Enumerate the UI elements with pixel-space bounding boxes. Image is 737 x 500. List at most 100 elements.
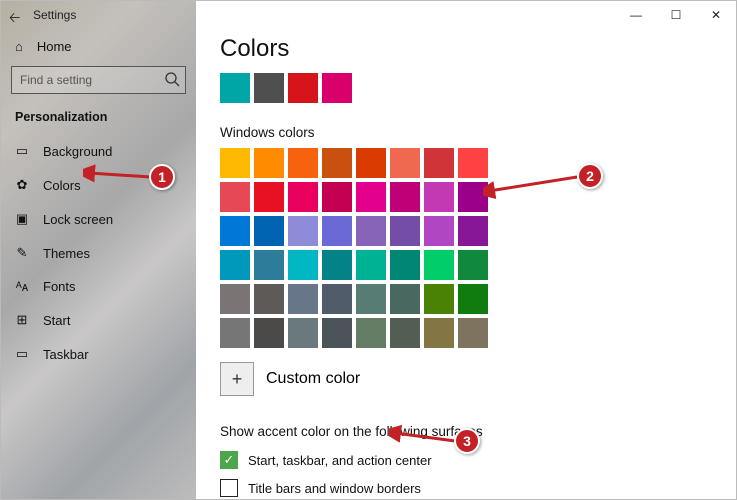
annotation-badge-2: 2 [577,163,603,189]
sidebar-item-background[interactable]: ▭ Background [1,134,196,168]
recent-color-swatch[interactable] [254,73,284,103]
color-swatch[interactable] [220,318,250,348]
nav-label: Start [43,313,70,328]
color-swatch[interactable] [356,284,386,314]
nav-icon: ✿ [15,177,29,193]
color-swatch[interactable] [220,148,250,178]
checkbox-label: Start, taskbar, and action center [248,453,432,468]
color-swatch[interactable] [458,216,488,246]
color-swatch[interactable] [390,148,420,178]
color-swatch[interactable] [390,182,420,212]
recent-color-swatch[interactable] [220,73,250,103]
home-icon: ⌂ [15,39,23,54]
nav-label: Lock screen [43,212,113,227]
color-swatch[interactable] [390,250,420,280]
home-label: Home [37,39,72,54]
sidebar-item-fonts[interactable]: ᴬᴀ Fonts [1,270,196,303]
maximize-button[interactable]: ☐ [656,1,696,29]
color-swatch[interactable] [288,182,318,212]
plus-icon: + [220,362,254,396]
back-button[interactable]: 🡠 [9,7,20,31]
color-swatch[interactable] [288,216,318,246]
recent-colors [220,73,736,103]
titlebar: 🡠 Settings — ☐ ✕ [1,1,736,29]
checkbox-title-bars[interactable]: Title bars and window borders [220,479,736,497]
color-swatch[interactable] [390,284,420,314]
color-swatch[interactable] [288,318,318,348]
color-swatch[interactable] [424,182,454,212]
sidebar-item-lock-screen[interactable]: ▣ Lock screen [1,202,196,236]
color-swatch[interactable] [424,250,454,280]
annotation-badge-3: 3 [454,428,480,454]
sidebar-category: Personalization [1,106,196,134]
nav-icon: ▭ [15,143,29,159]
color-swatch[interactable] [458,148,488,178]
color-swatch[interactable] [254,216,284,246]
nav-icon: ✎ [15,245,29,261]
color-swatch[interactable] [458,250,488,280]
color-swatch[interactable] [220,250,250,280]
recent-color-swatch[interactable] [322,73,352,103]
color-swatch[interactable] [322,216,352,246]
color-swatch[interactable] [458,284,488,314]
color-swatch[interactable] [458,182,488,212]
windows-colors-label: Windows colors [220,125,736,140]
search-input[interactable] [11,66,186,94]
color-swatch[interactable] [254,318,284,348]
nav-label: Fonts [43,279,76,294]
color-swatch[interactable] [288,250,318,280]
nav-icon: ▭ [15,346,29,362]
color-swatch[interactable] [220,216,250,246]
nav-label: Taskbar [43,347,89,362]
color-swatch[interactable] [356,182,386,212]
color-palette [220,148,736,348]
color-swatch[interactable] [356,216,386,246]
color-swatch[interactable] [254,182,284,212]
sidebar: ⌂ Home Personalization ▭ Background ✿ Color… [1,1,196,499]
color-swatch[interactable] [424,148,454,178]
color-swatch[interactable] [424,284,454,314]
color-swatch[interactable] [390,216,420,246]
sidebar-item-taskbar[interactable]: ▭ Taskbar [1,337,196,371]
color-swatch[interactable] [220,182,250,212]
checkbox-start-taskbar[interactable]: ✓ Start, taskbar, and action center [220,451,736,469]
color-swatch[interactable] [322,284,352,314]
color-swatch[interactable] [322,148,352,178]
color-swatch[interactable] [458,318,488,348]
custom-color-label: Custom color [266,370,360,388]
color-swatch[interactable] [254,250,284,280]
color-swatch[interactable] [390,318,420,348]
recent-color-swatch[interactable] [288,73,318,103]
color-swatch[interactable] [356,318,386,348]
nav-icon: ᴬᴀ [15,279,29,294]
content-panel: Colors Windows colors + Custom color Sho… [196,1,736,499]
color-swatch[interactable] [356,250,386,280]
color-swatch[interactable] [254,148,284,178]
nav-label: Colors [43,178,81,193]
color-swatch[interactable] [254,284,284,314]
sidebar-item-themes[interactable]: ✎ Themes [1,236,196,270]
window-title: Settings [33,8,76,22]
color-swatch[interactable] [322,250,352,280]
custom-color-row[interactable]: + Custom color [220,362,736,396]
minimize-button[interactable]: — [616,1,656,29]
color-swatch[interactable] [322,182,352,212]
search-icon [164,71,180,92]
sidebar-item-start[interactable]: ⊞Start [1,303,196,337]
color-swatch[interactable] [356,148,386,178]
close-button[interactable]: ✕ [696,1,736,29]
checkbox-icon: ✓ [220,451,238,469]
nav-icon: ▣ [15,211,29,227]
color-swatch[interactable] [288,284,318,314]
nav-label: Background [43,144,112,159]
color-swatch[interactable] [288,148,318,178]
color-swatch[interactable] [220,284,250,314]
nav-label: Themes [43,246,90,261]
checkbox-label: Title bars and window borders [248,481,421,496]
color-swatch[interactable] [424,216,454,246]
color-swatch[interactable] [322,318,352,348]
checkbox-icon [220,479,238,497]
color-swatch[interactable] [424,318,454,348]
sidebar-home[interactable]: ⌂ Home [1,29,196,60]
annotation-badge-1: 1 [149,164,175,190]
